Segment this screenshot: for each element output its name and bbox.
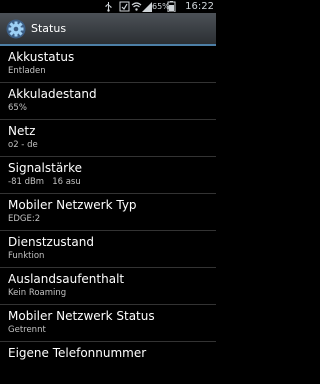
notification-icon (119, 1, 130, 12)
list-item[interactable]: Auslandsaufenthalt Kein Roaming (0, 268, 216, 305)
item-value: 65% (8, 103, 27, 113)
list-item[interactable]: Mobiler Netzwerk Status Getrennt (0, 305, 216, 342)
item-label: Mobiler Netzwerk Status (8, 309, 155, 323)
item-label: Netz (8, 124, 36, 138)
item-value: Getrennt (8, 325, 46, 335)
page-title: Status (31, 22, 67, 35)
item-value: -81 dBm 16 asu (8, 177, 81, 187)
item-value: Funktion (8, 251, 45, 261)
item-label: Akkustatus (8, 50, 75, 64)
list-item[interactable]: Akkustatus Entladen (0, 46, 216, 83)
item-label: Akkuladestand (8, 87, 97, 101)
item-value: Kein Roaming (8, 288, 67, 298)
clock: 16:22 (185, 1, 214, 12)
battery-icon (167, 1, 176, 12)
item-label: Auslandsaufenthalt (8, 272, 125, 286)
item-value: Entladen (8, 66, 46, 76)
item-label: Signalstärke (8, 161, 83, 175)
item-label: Mobiler Netzwerk Typ (8, 198, 137, 212)
usb-icon (105, 2, 112, 12)
signal-icon (142, 2, 152, 12)
item-value: EDGE:2 (8, 214, 41, 224)
status-list: Akkustatus Entladen Akkuladestand 65% Ne… (0, 46, 216, 379)
list-item[interactable]: Mobiler Netzwerk Typ EDGE:2 (0, 194, 216, 231)
wifi-icon (131, 2, 142, 11)
title-bar: Status (0, 13, 216, 46)
item-value: o2 - de (8, 140, 38, 150)
list-item[interactable]: Akkuladestand 65% (0, 83, 216, 120)
item-label: Dienstzustand (8, 235, 94, 249)
status-bar: 65% 16:22 (0, 0, 216, 13)
list-item[interactable]: Eigene Telefonnummer (0, 342, 216, 379)
list-item[interactable]: Signalstärke -81 dBm 16 asu (0, 157, 216, 194)
list-item[interactable]: Netz o2 - de (0, 120, 216, 157)
item-label: Eigene Telefonnummer (8, 346, 147, 360)
settings-gear-icon[interactable] (6, 19, 26, 39)
list-item[interactable]: Dienstzustand Funktion (0, 231, 216, 268)
